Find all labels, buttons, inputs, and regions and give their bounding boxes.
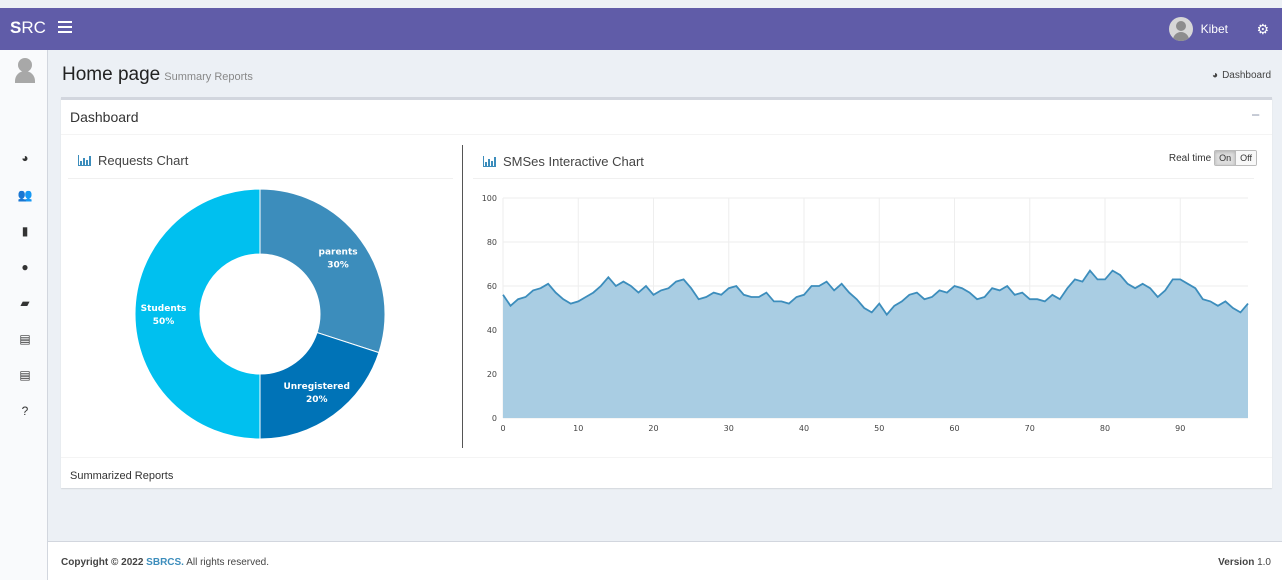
y-tick-label: 80 bbox=[487, 238, 497, 247]
realtime-on-button[interactable]: On bbox=[1215, 151, 1236, 165]
x-tick-label: 40 bbox=[799, 424, 809, 433]
top-navbar: SRC Kibet ⚙ bbox=[0, 8, 1282, 50]
area-fill bbox=[503, 270, 1248, 418]
x-tick-label: 20 bbox=[648, 424, 658, 433]
page-title: Home page Summary Reports bbox=[62, 64, 253, 85]
summary-section: Summarized Reports bbox=[61, 457, 1272, 491]
realtime-label: Real time bbox=[1168, 152, 1212, 164]
donut-slice-students[interactable] bbox=[134, 188, 261, 440]
breadcrumb-dashboard[interactable]: ◕ Dashboard bbox=[1212, 70, 1271, 81]
y-tick-label: 0 bbox=[492, 414, 497, 423]
donut-slice-parents[interactable] bbox=[259, 188, 386, 354]
x-tick-label: 60 bbox=[949, 424, 959, 433]
y-tick-label: 20 bbox=[487, 370, 497, 379]
x-tick-label: 90 bbox=[1175, 424, 1185, 433]
box-title: Dashboard bbox=[70, 109, 139, 125]
page-subtitle: Summary Reports bbox=[164, 71, 253, 83]
bar-chart-icon bbox=[78, 155, 91, 166]
requests-donut-chart: parents 30% Unregistered 20% Students 50% bbox=[134, 188, 386, 440]
donut-label: Students bbox=[141, 304, 187, 314]
user-icon[interactable]: ● bbox=[16, 258, 34, 276]
dashboard-box: Dashboard − Requests Chart SMSes Interac… bbox=[61, 97, 1272, 488]
copyright-text: Copyright © 2022 SBRCS. All rights reser… bbox=[61, 557, 270, 568]
realtime-off-button[interactable]: Off bbox=[1235, 151, 1256, 165]
file-text-icon-2[interactable]: ▤ bbox=[16, 366, 34, 384]
settings-cogs-icon[interactable]: ⚙ bbox=[1256, 21, 1269, 38]
file-text-icon[interactable]: ▤ bbox=[16, 330, 34, 348]
dashboard-icon[interactable]: ◕ bbox=[16, 149, 34, 167]
box-header: Dashboard − bbox=[61, 100, 1272, 135]
version-text: Version 1.0 bbox=[1218, 557, 1271, 568]
x-tick-label: 10 bbox=[573, 424, 583, 433]
donut-value: 20% bbox=[306, 395, 328, 405]
x-tick-label: 50 bbox=[874, 424, 884, 433]
bar-chart-icon bbox=[483, 156, 496, 167]
collapse-button[interactable]: − bbox=[1251, 107, 1260, 124]
vertical-divider bbox=[462, 145, 463, 448]
requests-chart-title: Requests Chart bbox=[78, 153, 188, 168]
sms-area-chart: 0 20 40 60 80 100 0 10 20 30 40 50 60 70 80 90 bbox=[482, 194, 1249, 433]
user-avatar bbox=[1168, 17, 1193, 41]
donut-label: Unregistered bbox=[283, 382, 350, 392]
users-icon[interactable]: 👥 bbox=[16, 186, 34, 204]
y-tick-label: 40 bbox=[487, 326, 497, 335]
question-icon[interactable]: ? bbox=[16, 402, 34, 420]
y-tick-label: 60 bbox=[487, 282, 497, 291]
x-tick-label: 30 bbox=[724, 424, 734, 433]
summarized-reports-label: Summarized Reports bbox=[70, 470, 174, 482]
divider bbox=[473, 178, 1254, 179]
sidebar-user-avatar bbox=[15, 58, 35, 86]
x-tick-label: 80 bbox=[1100, 424, 1110, 433]
donut-value: 50% bbox=[153, 317, 175, 327]
brand-link[interactable]: SBRCS. bbox=[146, 557, 184, 568]
dashboard-icon: ◕ bbox=[1212, 70, 1219, 81]
user-menu[interactable]: Kibet bbox=[1168, 17, 1228, 41]
y-tick-label: 100 bbox=[482, 194, 497, 203]
sms-chart-title: SMSes Interactive Chart bbox=[483, 154, 644, 169]
user-name: Kibet bbox=[1200, 22, 1228, 36]
file-icon[interactable]: ▮ bbox=[16, 222, 34, 240]
divider bbox=[68, 178, 453, 179]
sidebar: ◕ 👥 ▮ ● ▰ ▤ ▤ ? bbox=[0, 50, 48, 580]
menu-toggle-icon[interactable] bbox=[58, 21, 72, 35]
app-logo[interactable]: SRC bbox=[10, 18, 46, 38]
x-tick-label: 0 bbox=[500, 424, 505, 433]
footer: Copyright © 2022 SBRCS. All rights reser… bbox=[48, 541, 1282, 580]
donut-label: parents bbox=[319, 247, 358, 257]
realtime-toggle: Real time On Off bbox=[1169, 150, 1257, 166]
comments-icon[interactable]: ▰ bbox=[16, 294, 34, 312]
realtime-switch[interactable]: On Off bbox=[1214, 150, 1257, 166]
donut-value: 30% bbox=[327, 260, 349, 270]
x-tick-label: 70 bbox=[1025, 424, 1035, 433]
